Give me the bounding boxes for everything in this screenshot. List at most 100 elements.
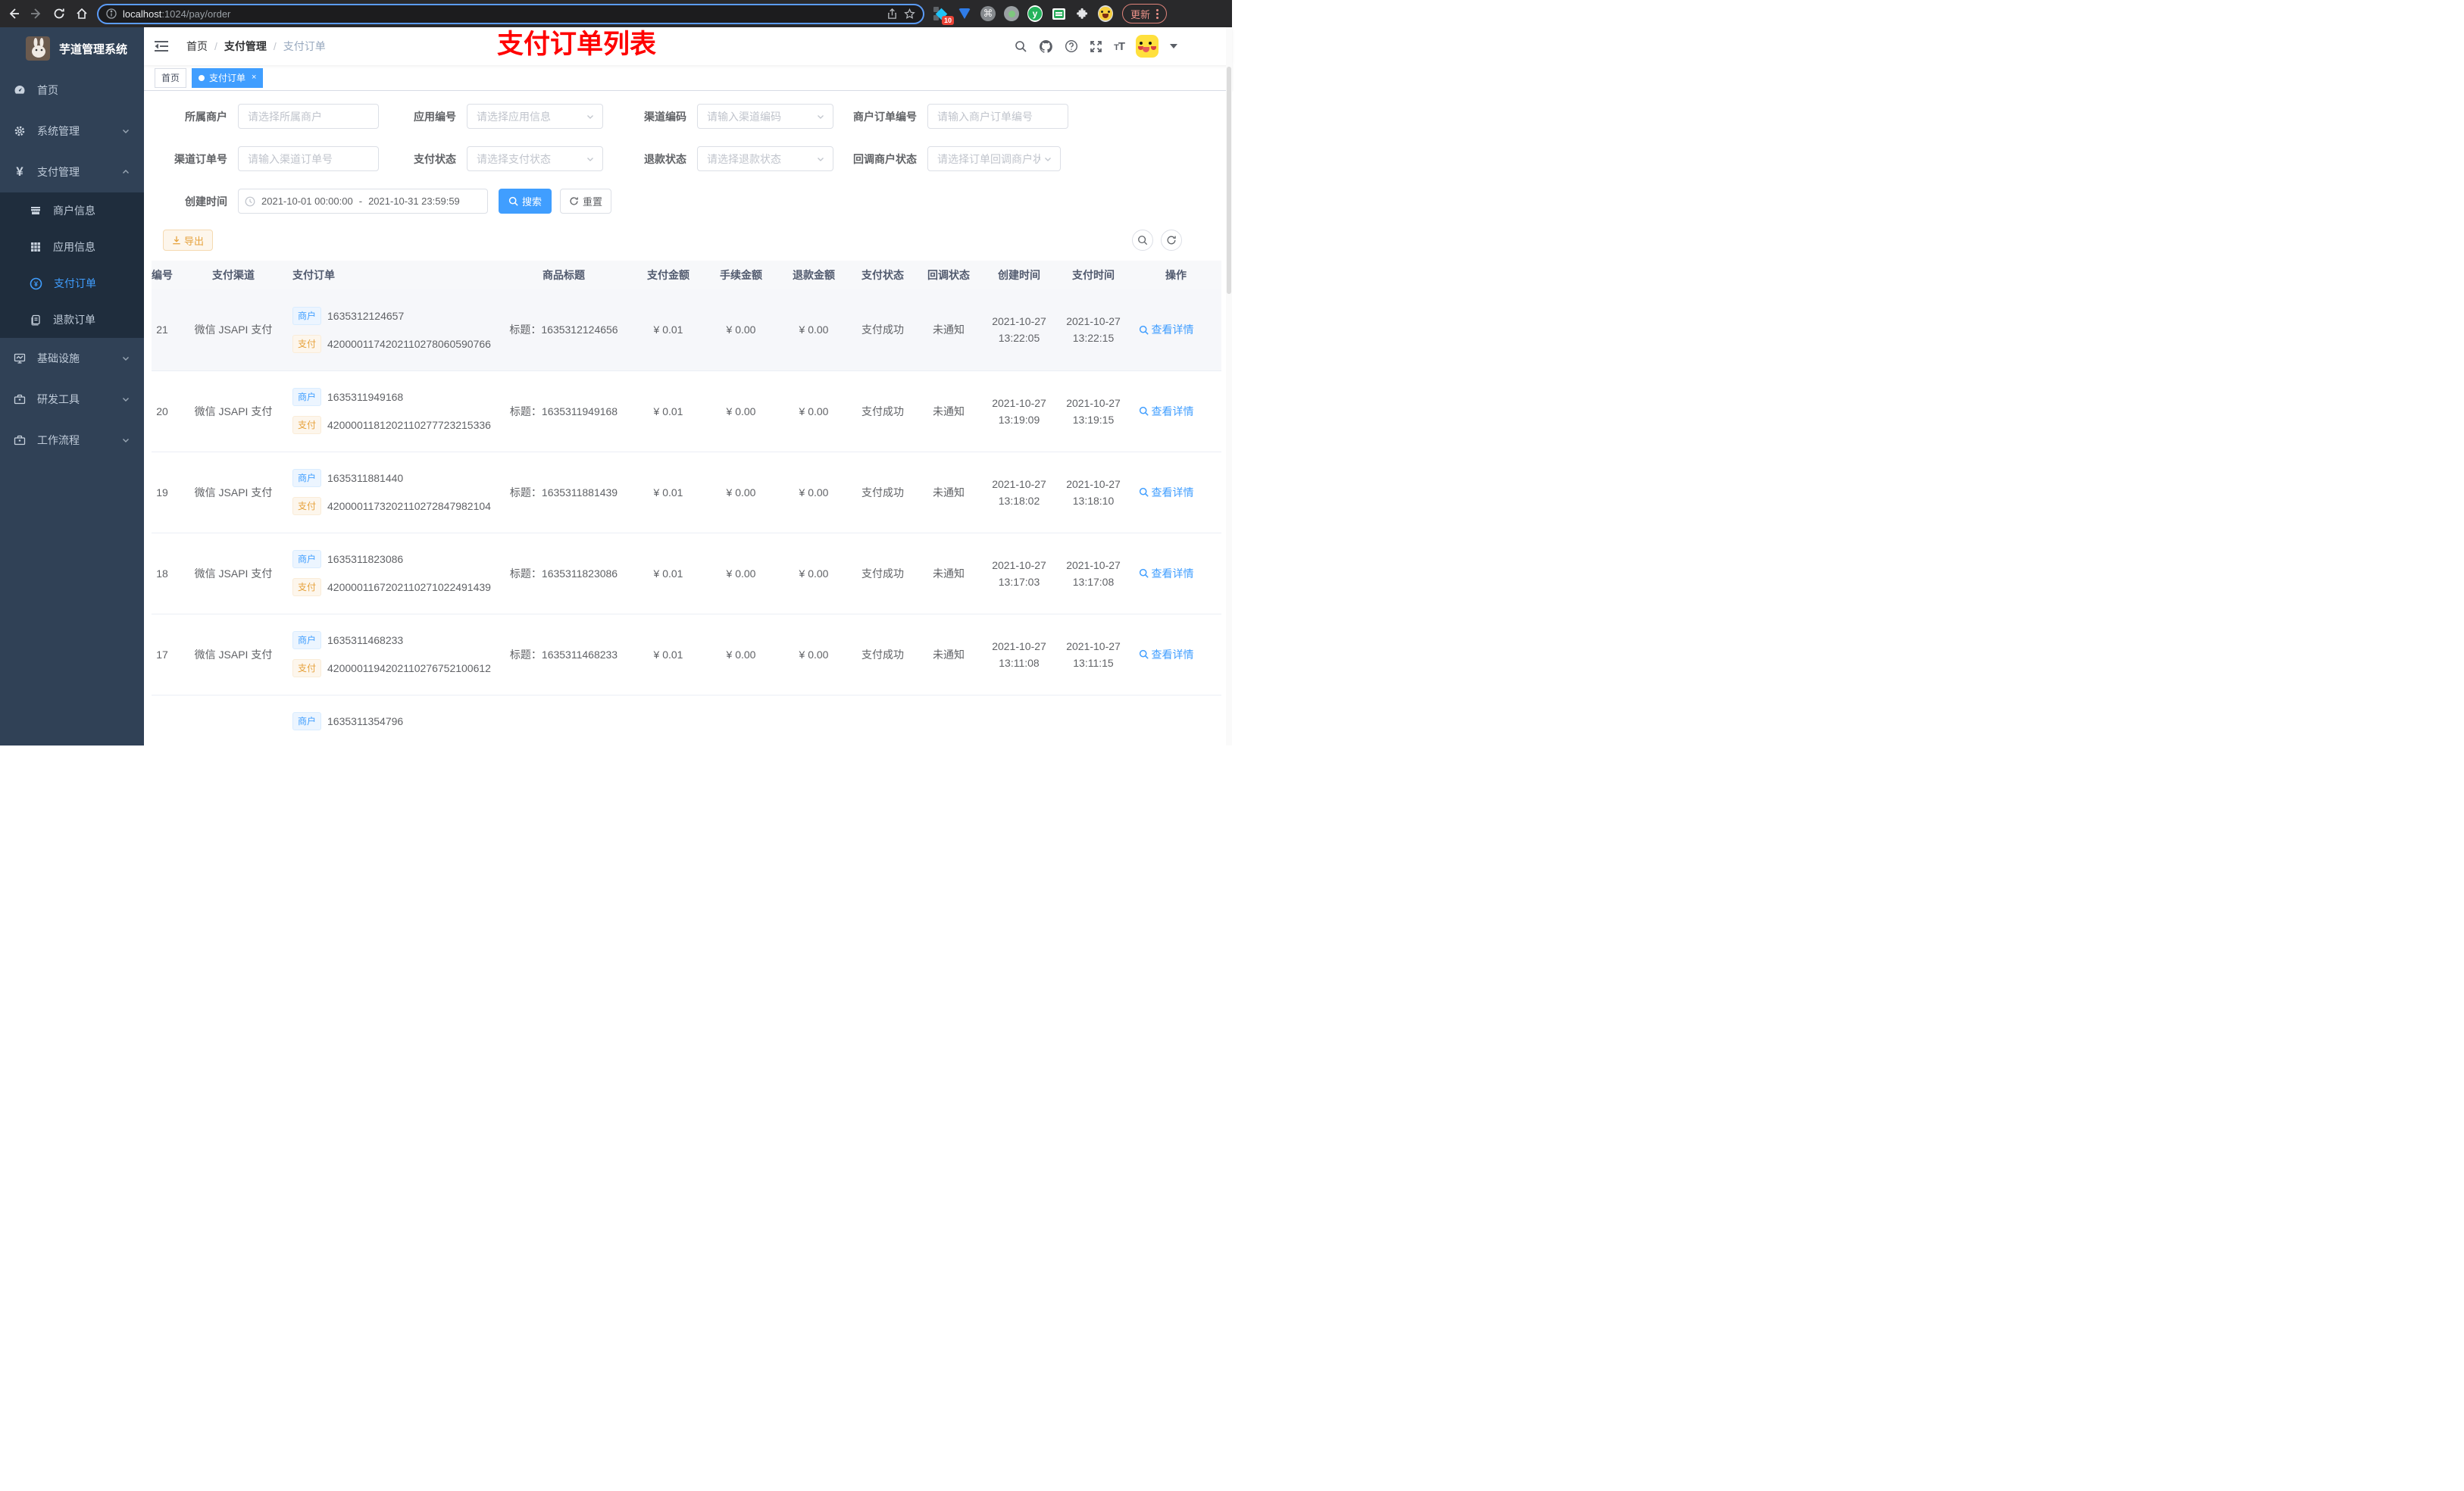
sidebar-item-app-info[interactable]: 应用信息: [0, 229, 144, 265]
fee-amount: ¥ 0.00: [726, 405, 756, 417]
forward-icon[interactable]: [30, 8, 42, 20]
font-size-icon[interactable]: TT: [1114, 40, 1125, 53]
pay-status-cell: 支付成功: [850, 614, 915, 695]
view-detail-link[interactable]: 查看详情: [1139, 566, 1214, 581]
tag-home[interactable]: 首页: [155, 67, 187, 88]
address-bar[interactable]: localhost:1024/pay/order: [97, 3, 924, 24]
browser-update-button[interactable]: 更新: [1122, 4, 1168, 23]
merchant-tag: 商户: [292, 306, 322, 325]
reload-icon[interactable]: [53, 8, 65, 20]
pay-channel-cell: 微信 JSAPI 支付: [183, 289, 283, 371]
create-time-cell: [982, 695, 1056, 746]
command-extension-icon[interactable]: ⌘: [980, 6, 996, 21]
view-detail-link[interactable]: 查看详情: [1139, 647, 1214, 662]
briefcase-icon: [14, 394, 26, 405]
browser-menu-icon[interactable]: [1156, 8, 1159, 19]
bookmark-star-icon[interactable]: [904, 8, 915, 20]
app-filter-select[interactable]: 请选择应用信息: [467, 104, 603, 129]
breadcrumb-home[interactable]: 首页: [186, 39, 208, 54]
tag-pay-order[interactable]: 支付订单 ×: [192, 67, 264, 88]
avatar[interactable]: [1136, 35, 1159, 58]
page-content: 所属商户 应用编号 请选择应用信息 渠道编码 请输入渠道编码 商户订单编号 渠道…: [144, 91, 1232, 746]
site-info-icon[interactable]: [106, 8, 117, 19]
pay-status-filter-label: 支付状态: [414, 152, 456, 165]
puzzle-extensions-icon[interactable]: [1074, 6, 1090, 21]
actions-cell: 查看详情: [1130, 370, 1221, 452]
notify-status: 未通知: [933, 486, 965, 499]
sidebar-item-devtools[interactable]: 研发工具: [0, 379, 144, 420]
pay-order-no: 4200001194202110276752100612: [327, 662, 491, 674]
fullscreen-icon[interactable]: [1090, 40, 1102, 53]
sidebar-item-merchant-info[interactable]: 商户信息: [0, 192, 144, 229]
sidebar-item-pay-order[interactable]: ¥ 支付订单: [0, 265, 144, 302]
merchant-order-filter-input[interactable]: [927, 104, 1068, 129]
chat-extension-icon[interactable]: [1051, 6, 1066, 21]
pay-status-filter-select[interactable]: 请选择支付状态: [467, 146, 603, 171]
col-header-create-time: 创建时间: [982, 261, 1056, 289]
recorder-extension-icon[interactable]: [1004, 6, 1019, 21]
create-time-range-input[interactable]: 2021-10-01 00:00:00 - 2021-10-31 23:59:5…: [238, 189, 488, 214]
channel-order-filter-input[interactable]: [238, 146, 379, 171]
search-button[interactable]: 搜索: [499, 189, 552, 214]
avatar-caret-icon[interactable]: [1170, 44, 1177, 48]
pay-order-cell: 商户 1635311823086 支付 42000011672021102710…: [283, 533, 496, 614]
breadcrumb-payment[interactable]: 支付管理: [224, 39, 267, 54]
refund-amount-cell: ¥ 0.00: [777, 533, 850, 614]
y-extension-icon[interactable]: y: [1027, 5, 1043, 22]
view-detail-link[interactable]: 查看详情: [1139, 485, 1214, 500]
extension-badge: 10: [941, 16, 954, 25]
merchant-filter-input[interactable]: [238, 104, 379, 129]
scrollbar-thumb[interactable]: [1227, 67, 1231, 294]
table-row: 20 微信 JSAPI 支付 商户 1635311949168 支付 42000…: [152, 370, 1221, 452]
share-icon[interactable]: [886, 8, 898, 20]
refund-status-filter-select[interactable]: 请选择退款状态: [697, 146, 833, 171]
emoji-extension-icon[interactable]: [1098, 5, 1113, 22]
pay-status: 支付成功: [861, 324, 904, 336]
refund-amount-cell: ¥ 0.00: [777, 614, 850, 695]
home-icon[interactable]: [76, 8, 88, 20]
pay-date: 2021-10-27: [1066, 315, 1121, 328]
tasks-extension-icon[interactable]: 10: [933, 6, 954, 25]
product-title-cell: [496, 695, 632, 746]
sidebar-item-system[interactable]: 系统管理: [0, 111, 144, 152]
col-header-fee: 手续金额: [705, 261, 777, 289]
page-scrollbar[interactable]: [1226, 27, 1232, 746]
channel-code-filter-select[interactable]: 请输入渠道编码: [697, 104, 833, 129]
table-toolbar: 导出: [144, 230, 1232, 251]
create-time-cell: 2021-10-27 13:19:09: [982, 370, 1056, 452]
logo-image: [26, 36, 50, 61]
app-logo[interactable]: 芋道管理系统: [0, 27, 144, 70]
chevron-down-icon: [123, 398, 129, 402]
merchant-filter-label: 所属商户: [185, 110, 227, 123]
select-placeholder: 请选择应用信息: [477, 110, 551, 123]
export-button[interactable]: 导出: [163, 230, 213, 251]
sidebar-item-home[interactable]: 首页: [0, 70, 144, 111]
refresh-table-button[interactable]: [1161, 230, 1182, 251]
pay-order-line: 支付 4200001174202110278060590766: [292, 334, 496, 353]
notify-status-cell: [915, 695, 982, 746]
collapse-sidebar-icon[interactable]: [155, 40, 168, 52]
search-icon[interactable]: [1015, 40, 1027, 53]
gem-extension-icon[interactable]: [957, 6, 972, 21]
view-detail-link[interactable]: 查看详情: [1139, 322, 1214, 337]
notify-status-filter-select[interactable]: 请选择订单回调商户状态: [927, 146, 1061, 171]
pay-channel: 微信 JSAPI 支付: [194, 486, 273, 499]
payment-submenu: 商户信息 应用信息 ¥ 支付订单 退款订单: [0, 192, 144, 338]
show-search-button[interactable]: [1132, 230, 1153, 251]
reset-button[interactable]: 重置: [560, 189, 611, 214]
range-start: 2021-10-01 00:00:00: [261, 195, 353, 207]
github-icon[interactable]: [1039, 39, 1053, 54]
back-icon[interactable]: [8, 8, 20, 20]
view-detail-link[interactable]: 查看详情: [1139, 404, 1214, 419]
pay-time: 13:19:15: [1072, 413, 1115, 426]
help-icon[interactable]: [1065, 39, 1078, 53]
sidebar-item-infra[interactable]: 基础设施: [0, 338, 144, 379]
sidebar-item-refund-order[interactable]: 退款订单: [0, 302, 144, 338]
merchant-order-line: 商户 1635312124657: [292, 306, 496, 325]
sidebar-item-workflow[interactable]: 工作流程: [0, 420, 144, 461]
view-detail-label: 查看详情: [1151, 324, 1194, 336]
col-header-order: 支付订单: [283, 261, 496, 289]
sidebar-item-payment[interactable]: ¥ 支付管理: [0, 152, 144, 192]
close-tag-icon[interactable]: ×: [252, 73, 256, 82]
fee-amount-cell: [705, 695, 777, 746]
